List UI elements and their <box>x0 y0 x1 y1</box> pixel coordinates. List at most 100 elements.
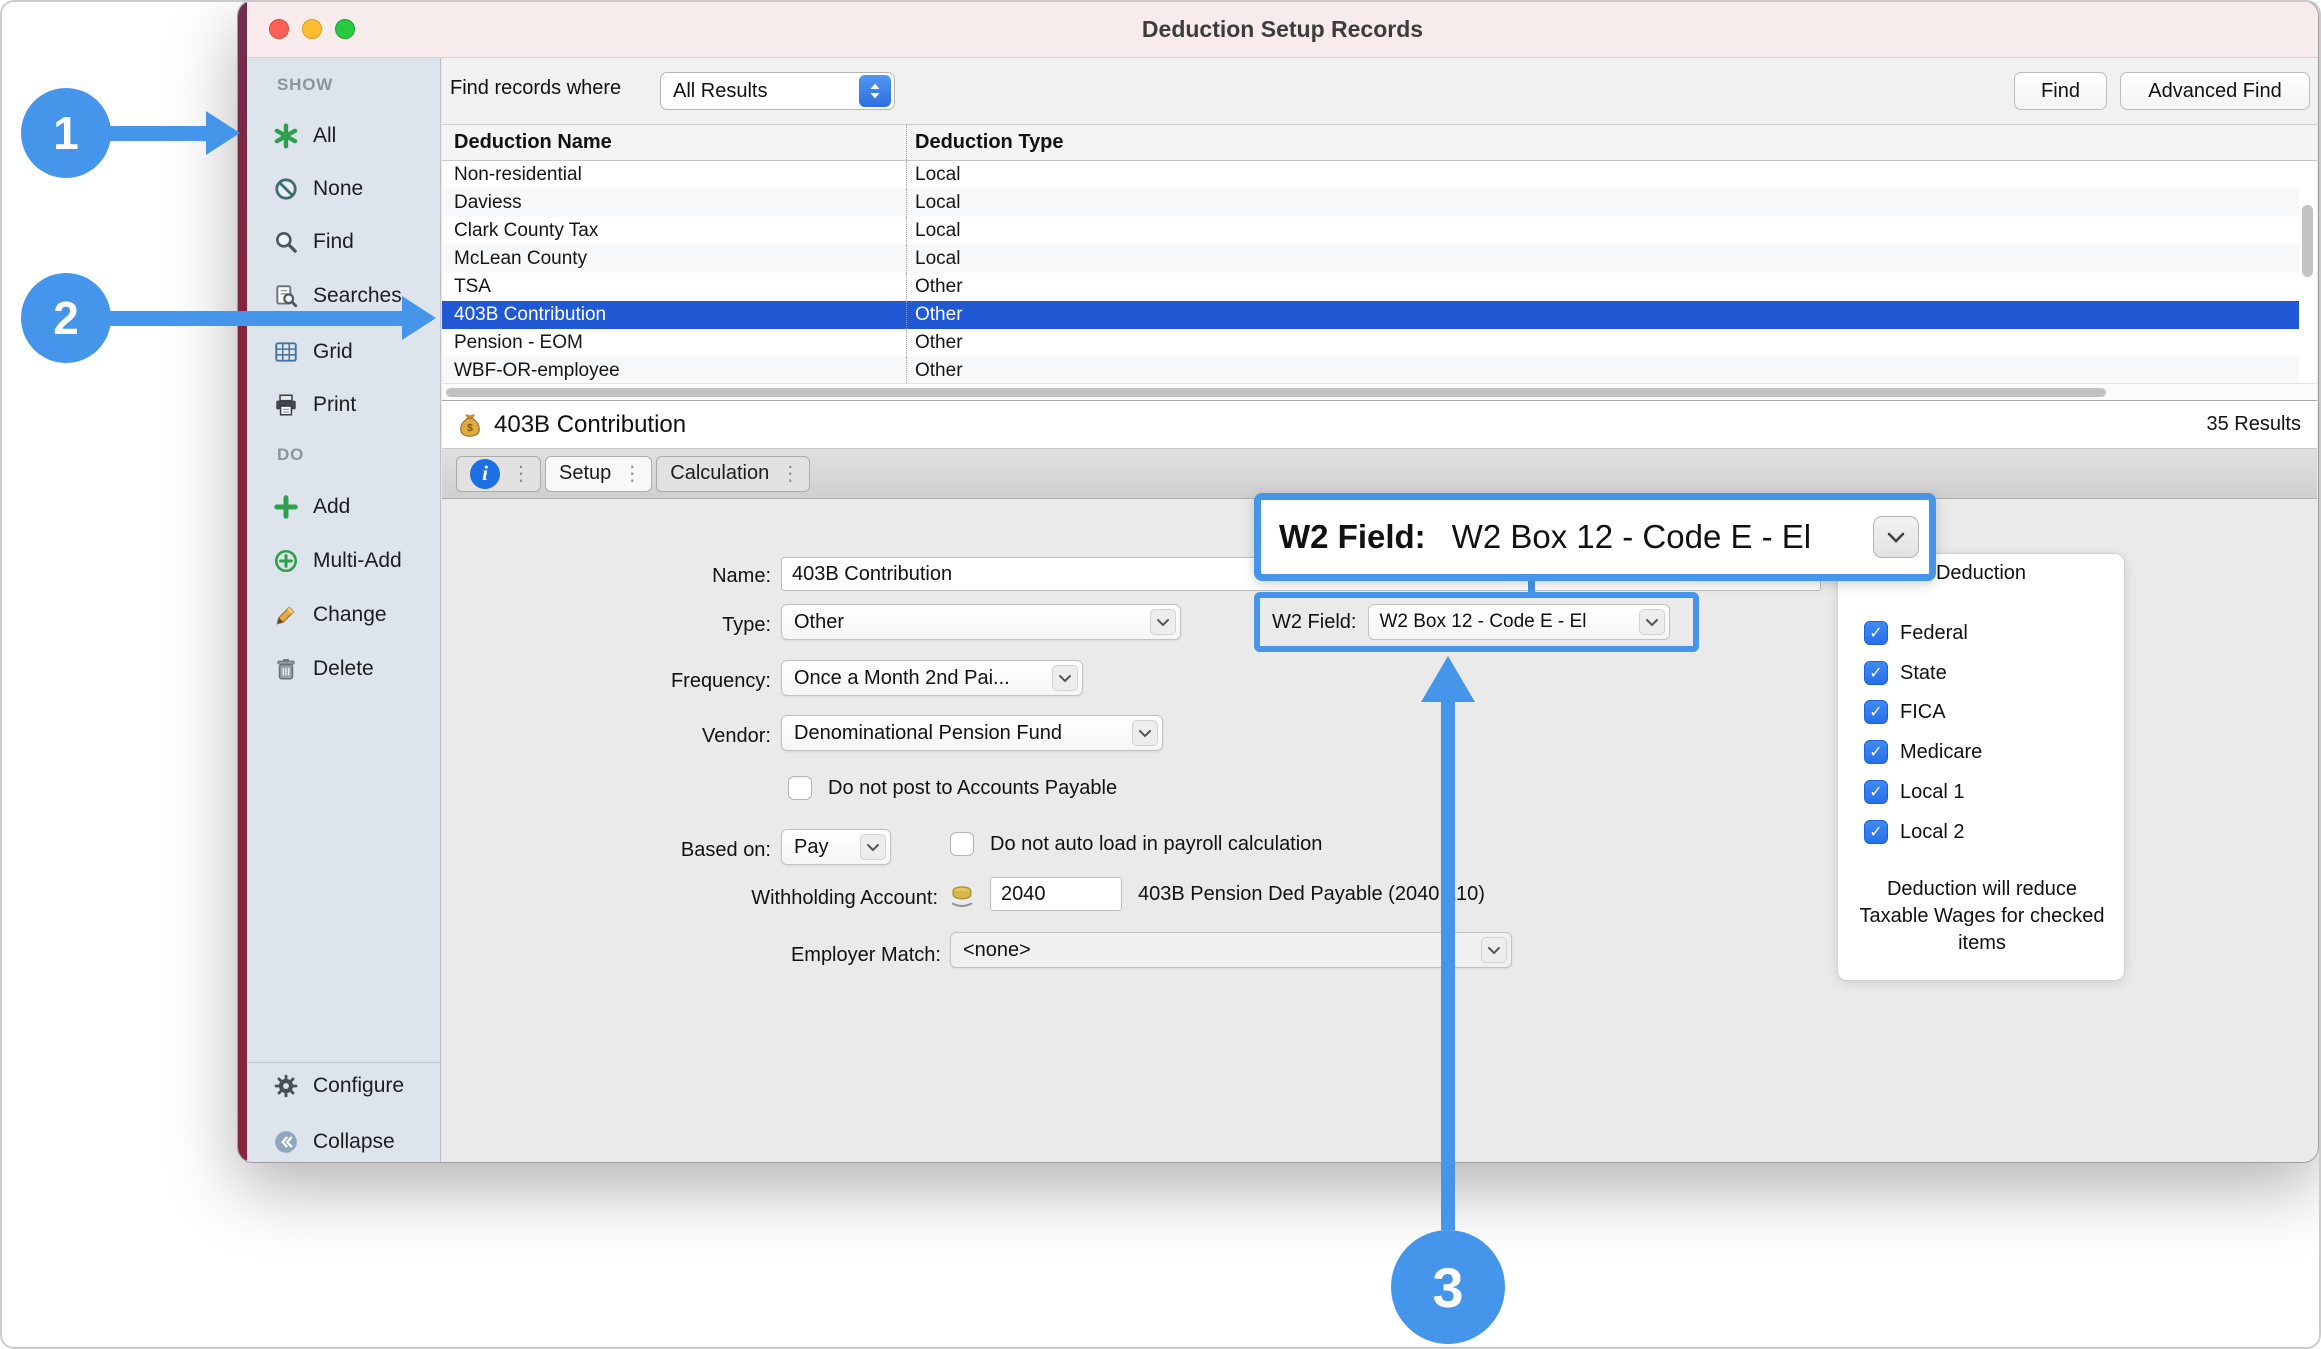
withholding-account-input[interactable] <box>990 877 1122 911</box>
sidebar-item-label: Multi-Add <box>313 549 402 573</box>
table-row[interactable]: WBF-OR-employeeOther <box>442 357 2299 384</box>
cell-deduction-name: McLean County <box>442 245 906 273</box>
vendor-label: Vendor: <box>571 721 771 751</box>
local2-checkbox[interactable]: ✓ <box>1864 820 1888 844</box>
vendor-value: Denominational Pension Fund <box>794 722 1062 745</box>
minimize-window-button[interactable] <box>302 19 322 39</box>
vendor-dropdown[interactable]: Denominational Pension Fund <box>781 715 1163 751</box>
column-header-deduction-name[interactable]: Deduction Name <box>442 131 906 154</box>
fica-checkbox[interactable]: ✓ <box>1864 700 1888 724</box>
sidebar-item-configure[interactable]: Configure <box>247 1066 440 1106</box>
vertical-scrollbar-thumb[interactable] <box>2302 205 2313 277</box>
sidebar: SHOW All None Find <box>247 58 441 1162</box>
employer-match-label: Employer Match: <box>671 940 941 970</box>
drag-handle-icon: ⋮ <box>780 461 800 486</box>
record-title: 403B Contribution <box>494 411 686 439</box>
table-row-selected[interactable]: 403B ContributionOther <box>442 301 2299 329</box>
grid-icon <box>271 337 301 367</box>
account-lookup-coin-icon[interactable] <box>944 879 980 911</box>
horizontal-scrollbar-thumb[interactable] <box>446 388 2106 397</box>
results-count: 35 Results <box>2207 413 2302 436</box>
type-dropdown[interactable]: Other <box>781 604 1181 640</box>
frequency-value: Once a Month 2nd Pai... <box>794 667 1010 690</box>
sidebar-item-print[interactable]: Print <box>247 385 440 425</box>
callout-step-1: 1 <box>21 88 111 178</box>
sidebar-item-collapse[interactable]: Collapse <box>247 1122 440 1162</box>
federal-checkbox[interactable]: ✓ <box>1864 621 1888 645</box>
column-header-deduction-type[interactable]: Deduction Type <box>906 125 2317 160</box>
state-checkbox[interactable]: ✓ <box>1864 661 1888 685</box>
sidebar-item-label: Delete <box>313 657 374 681</box>
checkbox-label: Federal <box>1900 622 1968 645</box>
type-value: Other <box>794 611 844 634</box>
medicare-checkbox[interactable]: ✓ <box>1864 740 1888 764</box>
close-window-button[interactable] <box>269 19 289 39</box>
check-icon: ✓ <box>1869 623 1882 643</box>
based-on-dropdown[interactable]: Pay <box>781 829 891 865</box>
none-icon <box>271 174 301 204</box>
svg-text:$: $ <box>467 422 473 434</box>
chevron-down-icon <box>860 834 886 860</box>
printer-icon <box>271 390 301 420</box>
w2-field-label: W2 Field: <box>1272 611 1356 634</box>
deduction-panel: Deduction ✓ Federal ✓ State ✓ FICA ✓ Med… <box>1837 553 2125 981</box>
chevron-down-icon <box>1052 665 1078 691</box>
callout-zoom-w2-field: W2 Field: W2 Box 12 - Code E - El <box>1254 493 1936 581</box>
app-window: Deduction Setup Records SHOW All None <box>237 0 2319 1163</box>
tab-calculation[interactable]: Calculation ⋮ <box>656 456 810 492</box>
employer-match-dropdown[interactable]: <none> <box>950 932 1512 968</box>
asterisk-icon <box>271 121 301 151</box>
table-row[interactable]: Clark County TaxLocal <box>442 217 2299 245</box>
sidebar-item-change[interactable]: Change <box>247 595 440 635</box>
sidebar-item-none[interactable]: None <box>247 169 440 209</box>
sidebar-item-delete[interactable]: Delete <box>247 649 440 689</box>
zoom-window-button[interactable] <box>335 19 355 39</box>
sidebar-item-all[interactable]: All <box>247 116 440 156</box>
cell-deduction-name: Non-residential <box>442 161 906 189</box>
table-row[interactable]: Non-residentialLocal <box>442 161 2299 189</box>
deduction-item-row: ✓ State <box>1864 653 1947 693</box>
find-button[interactable]: Find <box>2014 72 2107 110</box>
titlebar: Deduction Setup Records <box>247 1 2318 58</box>
table-row[interactable]: McLean CountyLocal <box>442 245 2299 273</box>
sidebar-divider <box>247 1062 440 1063</box>
find-records-where-label: Find records where <box>450 77 621 100</box>
no-autoload-checkbox[interactable] <box>950 832 974 856</box>
cell-deduction-type: Local <box>906 189 2299 217</box>
local1-checkbox[interactable]: ✓ <box>1864 780 1888 804</box>
plus-icon <box>271 492 301 522</box>
table-row[interactable]: Pension - EOMOther <box>442 329 2299 357</box>
table-row[interactable]: DaviessLocal <box>442 189 2299 217</box>
magnifier-icon <box>271 227 301 257</box>
sidebar-item-label: Searches <box>313 284 402 308</box>
info-icon: i <box>470 459 500 489</box>
sidebar-item-find[interactable]: Find <box>247 222 440 262</box>
callout-arrow-3-head <box>1421 656 1475 702</box>
w2-field-dropdown[interactable]: W2 Box 12 - Code E - El <box>1368 604 1670 640</box>
collapse-icon <box>271 1127 301 1157</box>
checkbox-label: Local 2 <box>1900 821 1965 844</box>
callout-arrow-1-line <box>100 126 208 141</box>
results-filter-dropdown[interactable]: All Results <box>660 72 895 110</box>
no-post-ap-label: Do not post to Accounts Payable <box>828 774 1117 802</box>
sidebar-item-label: Grid <box>313 340 353 364</box>
deduction-item-row: ✓ Medicare <box>1864 732 1982 772</box>
gear-icon <box>271 1071 301 1101</box>
sidebar-item-multi-add[interactable]: Multi-Add <box>247 541 440 581</box>
record-info-segment[interactable]: i ⋮ <box>456 456 541 492</box>
cell-deduction-name: Clark County Tax <box>442 217 906 245</box>
record-header: $ 403B Contribution 35 Results <box>442 401 2317 449</box>
sidebar-item-label: Find <box>313 230 354 254</box>
frequency-dropdown[interactable]: Once a Month 2nd Pai... <box>781 660 1083 696</box>
advanced-find-button[interactable]: Advanced Find <box>2120 72 2310 110</box>
chevron-down-icon <box>1150 609 1176 635</box>
tab-setup[interactable]: Setup ⋮ <box>545 456 652 492</box>
cell-deduction-type: Local <box>906 217 2299 245</box>
frequency-label: Frequency: <box>571 666 771 696</box>
sidebar-show-header: SHOW <box>277 71 333 99</box>
table-row[interactable]: TSAOther <box>442 273 2299 301</box>
saved-search-icon <box>271 281 301 311</box>
no-post-ap-checkbox[interactable] <box>788 776 812 800</box>
table-rows: Non-residentialLocal DaviessLocal Clark … <box>442 161 2299 384</box>
sidebar-item-add[interactable]: Add <box>247 487 440 527</box>
